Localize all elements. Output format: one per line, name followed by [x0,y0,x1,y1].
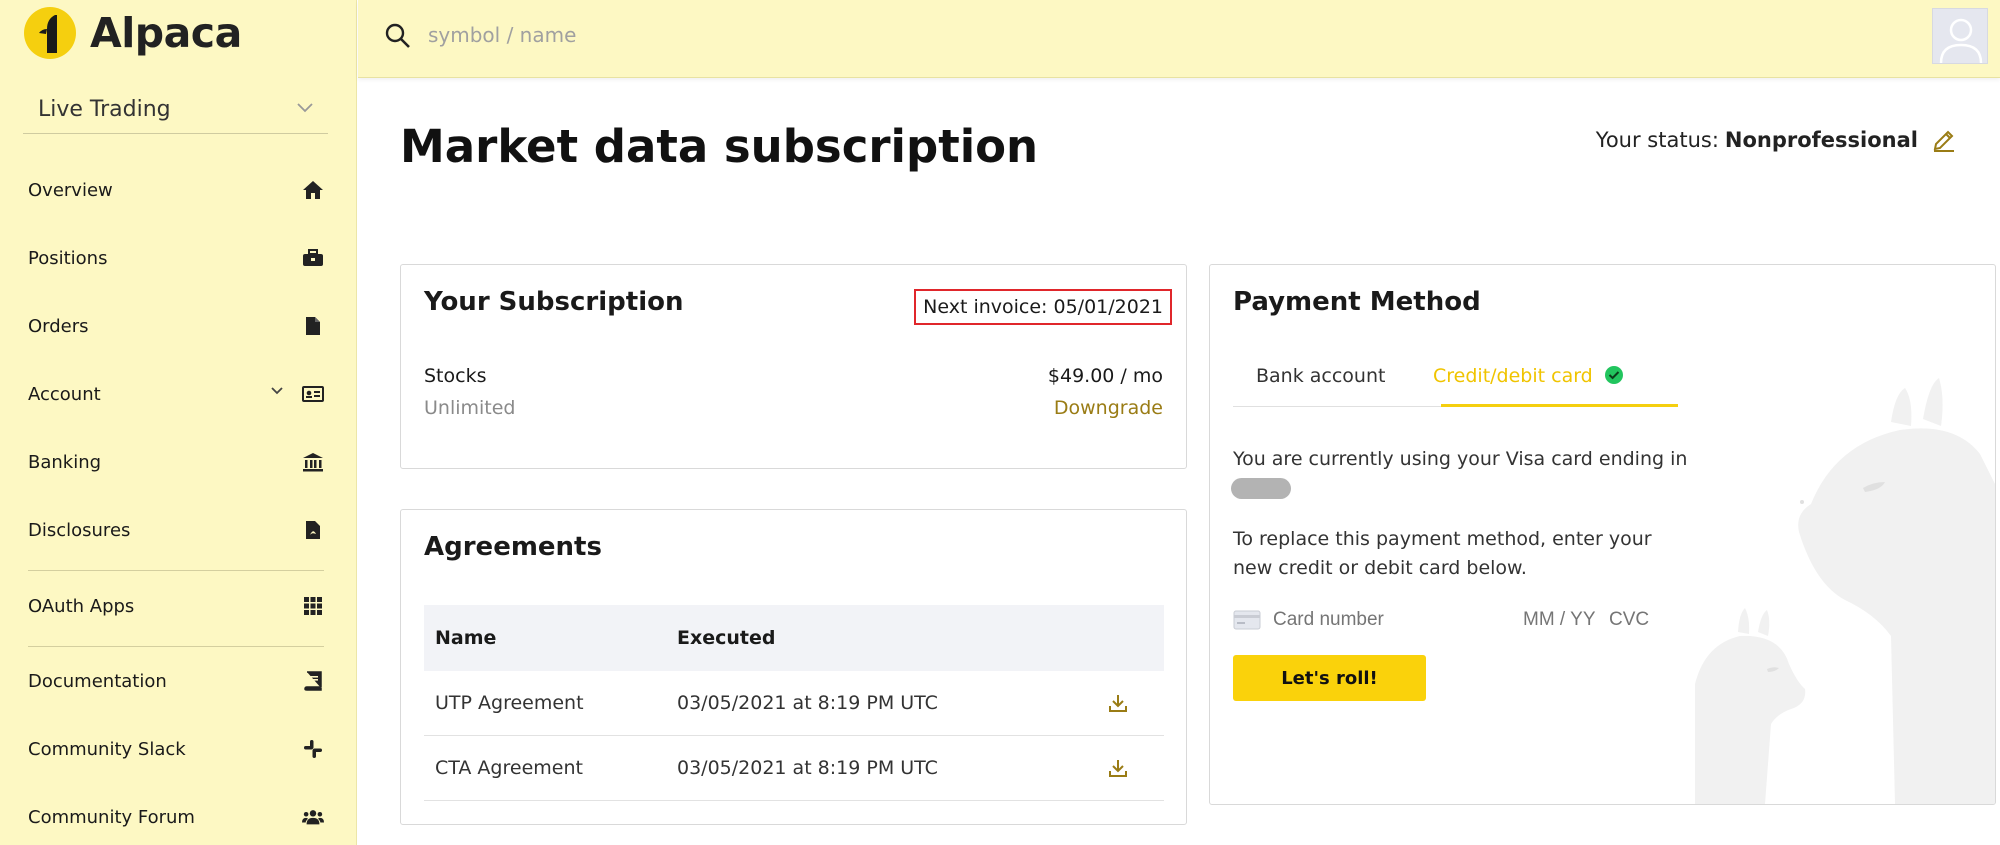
table-row: CTA Agreement 03/05/2021 at 8:19 PM UTC [424,736,1164,801]
search-icon [385,23,410,48]
pdf-file-icon [302,519,324,541]
sidebar-item-banking[interactable]: Banking [28,440,324,484]
tab-label: Credit/debit card [1433,365,1593,387]
brand-name: Alpaca [90,9,242,57]
check-circle-icon [1604,366,1623,384]
sidebar-item-account[interactable]: Account [28,372,324,416]
sidebar-item-label: Banking [28,451,102,473]
grid-icon [302,595,324,617]
sidebar-divider [28,570,324,571]
table-header: Name Executed [424,605,1164,671]
tab-credit-debit-card[interactable]: Credit/debit card [1433,365,1624,407]
credit-card-icon [1233,610,1261,630]
sidebar-divider [28,646,324,647]
bank-icon [302,451,324,473]
download-icon[interactable] [1108,758,1128,778]
table-row: UTP Agreement 03/05/2021 at 8:19 PM UTC [424,671,1164,736]
slack-icon [302,738,324,760]
sidebar-item-label: Disclosures [28,519,131,541]
sidebar: Alpaca Live Trading Overview Positions O… [0,0,357,845]
column-header-name: Name [435,627,497,649]
plan-price: $49.00 / mo [1047,365,1163,387]
masked-card-digits [1231,478,1291,499]
sidebar-item-orders[interactable]: Orders [28,304,324,348]
card-number-input[interactable] [1273,609,1523,631]
sidebar-item-disclosures[interactable]: Disclosures [28,508,324,552]
avatar[interactable] [1932,8,1988,64]
card-input-row [1233,604,1673,636]
user-status: Your status: Nonprofessional [1596,128,1956,152]
next-invoice-badge: Next invoice: 05/01/2021 [914,289,1172,325]
current-card-text: You are currently using your Visa card e… [1233,448,1688,470]
page-title: Market data subscription [400,120,1039,173]
card-expiry-input[interactable] [1523,609,1609,631]
book-icon [302,670,324,692]
payment-tabs: Bank account Credit/debit card [1233,365,1678,407]
top-bar [358,0,2000,78]
status-label: Your status: [1595,128,1719,152]
users-icon [302,806,324,828]
sidebar-item-community-forum[interactable]: Community Forum [28,795,324,839]
sidebar-item-label: Overview [28,179,113,201]
agreements-table: Name Executed UTP Agreement 03/05/2021 a… [424,605,1164,801]
sidebar-item-label: Documentation [28,670,167,692]
alpaca-illustration [1695,378,1995,804]
agreement-name: UTP Agreement [435,692,584,714]
payment-method-title: Payment Method [1233,287,1481,317]
card-cvc-input[interactable] [1609,609,1669,631]
status-value: Nonprofessional [1724,128,1918,152]
edit-pencil-icon[interactable] [1932,128,1956,152]
agreement-executed: 03/05/2021 at 8:19 PM UTC [677,757,938,779]
plan-name: Stocks [424,365,487,387]
download-icon[interactable] [1108,693,1128,713]
sidebar-item-community-slack[interactable]: Community Slack [28,727,324,771]
plan-tier: Unlimited [424,397,516,419]
column-header-executed: Executed [677,627,776,649]
alpaca-logo[interactable]: Alpaca [24,6,242,60]
document-icon [302,315,324,337]
sidebar-item-positions[interactable]: Positions [28,236,324,280]
sidebar-item-oauth-apps[interactable]: OAuth Apps [28,584,324,628]
sidebar-item-label: Orders [28,315,89,337]
agreements-title: Agreements [424,532,602,562]
replace-card-text: To replace this payment method, enter yo… [1233,528,1652,579]
id-card-icon [302,383,324,405]
sidebar-item-label: Positions [28,247,108,269]
active-tab-indicator [1441,404,1678,407]
sidebar-item-overview[interactable]: Overview [28,168,324,212]
sidebar-item-documentation[interactable]: Documentation [28,659,324,703]
submit-card-button[interactable]: Let's roll! [1233,655,1426,701]
agreements-card: Agreements Name Executed UTP Agreement 0… [400,509,1187,825]
agreement-name: CTA Agreement [435,757,583,779]
downgrade-link[interactable]: Downgrade [1054,397,1163,419]
tab-bank-account[interactable]: Bank account [1256,365,1385,407]
payment-method-card: Payment Method Bank account Credit/debit… [1209,264,1996,805]
agreement-executed: 03/05/2021 at 8:19 PM UTC [677,692,938,714]
sidebar-item-label: OAuth Apps [28,595,135,617]
sidebar-item-label: Account [28,383,101,405]
user-icon [1939,18,1983,63]
subscription-title: Your Subscription [424,287,684,317]
environment-label: Live Trading [38,97,171,122]
chevron-down-icon [297,103,313,113]
tab-label: Bank account [1256,365,1386,387]
briefcase-icon [302,247,324,269]
sidebar-item-label: Community Forum [28,806,195,828]
chevron-down-icon [271,387,283,395]
home-icon [302,179,324,201]
sidebar-item-label: Community Slack [28,738,186,760]
search-input[interactable] [428,18,1028,52]
environment-select[interactable]: Live Trading [23,86,328,134]
alpaca-logo-icon [24,7,76,59]
subscription-card: Your Subscription Next invoice: 05/01/20… [400,264,1187,469]
